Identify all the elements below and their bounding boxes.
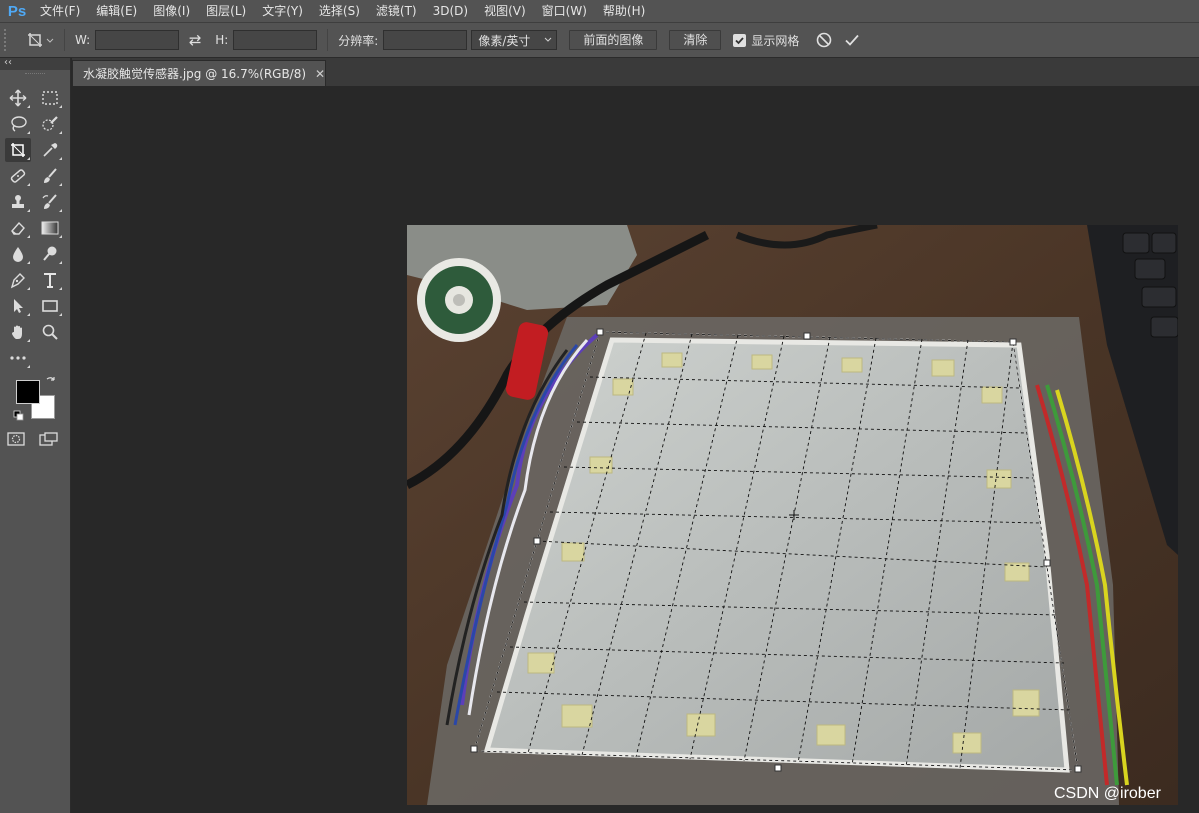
resolution-unit-value: 像素/英寸	[478, 33, 531, 48]
swap-colors-icon[interactable]	[45, 375, 57, 387]
tool-preset-picker[interactable]	[18, 27, 54, 53]
height-field[interactable]	[233, 30, 318, 50]
dodge-tool-icon[interactable]	[37, 242, 63, 266]
marquee-tool-icon[interactable]	[37, 86, 63, 110]
menu-window[interactable]: 窗口(W)	[534, 0, 595, 22]
resolution-unit-select[interactable]: 像素/英寸	[471, 30, 558, 50]
document-tab-title: 水凝胶触觉传感器.jpg @ 16.7%(RGB/8)	[83, 67, 307, 81]
options-separator	[327, 29, 329, 51]
gradient-tool-icon[interactable]	[37, 216, 63, 240]
tools-panel-header[interactable]: ‹‹	[0, 57, 70, 70]
tools-panel-grip[interactable]	[25, 73, 45, 75]
pen-tool-icon[interactable]	[5, 268, 31, 292]
menu-view[interactable]: 视图(V)	[476, 0, 534, 22]
menu-3d[interactable]: 3D(D)	[425, 0, 476, 22]
resolution-label: 分辨率:	[338, 33, 379, 48]
eraser-tool-icon[interactable]	[5, 216, 31, 240]
collapse-icon[interactable]: ‹‹	[4, 57, 12, 68]
options-separator	[64, 29, 65, 51]
blur-tool-icon[interactable]	[5, 242, 31, 266]
menu-file[interactable]: 文件(F)	[32, 0, 88, 22]
menu-select[interactable]: 选择(S)	[311, 0, 368, 22]
lasso-tool-icon[interactable]	[5, 112, 31, 136]
path-selection-tool-icon[interactable]	[5, 294, 31, 318]
zoom-tool-icon[interactable]	[37, 320, 63, 344]
menu-type[interactable]: 文字(Y)	[254, 0, 311, 22]
healing-brush-tool-icon[interactable]	[5, 164, 31, 188]
menu-bar: Ps 文件(F) 编辑(E) 图像(I) 图层(L) 文字(Y) 选择(S) 滤…	[0, 0, 1199, 22]
foreground-color-swatch[interactable]	[16, 380, 40, 404]
front-image-button[interactable]: 前面的图像	[569, 30, 658, 50]
checkmark-icon	[735, 36, 745, 44]
menu-edit[interactable]: 编辑(E)	[88, 0, 145, 22]
menu-image[interactable]: 图像(I)	[145, 0, 198, 22]
menu-help[interactable]: 帮助(H)	[595, 0, 653, 22]
menu-filter[interactable]: 滤镜(T)	[368, 0, 425, 22]
commit-icon[interactable]	[840, 28, 864, 52]
perspective-crop-tool-icon[interactable]	[5, 138, 31, 162]
canvas-image[interactable]	[407, 225, 1178, 805]
default-colors-icon[interactable]	[13, 410, 25, 422]
width-field[interactable]	[95, 30, 180, 50]
quick-selection-tool-icon[interactable]	[37, 112, 63, 136]
document-tab-bar: 水凝胶触觉传感器.jpg @ 16.7%(RGB/8) ✕	[72, 58, 1199, 86]
tools-panel: ‹‹	[0, 57, 71, 813]
options-grip[interactable]	[4, 29, 10, 51]
clear-button[interactable]: 清除	[669, 30, 722, 50]
chevron-down-icon	[46, 38, 54, 43]
swap-dimensions-icon[interactable]: ⇄	[183, 30, 207, 50]
history-brush-tool-icon[interactable]	[37, 190, 63, 214]
screen-mode-icon[interactable]	[39, 432, 59, 448]
rectangle-tool-icon[interactable]	[37, 294, 63, 318]
width-label: W:	[75, 33, 91, 47]
document-tab[interactable]: 水凝胶触觉传感器.jpg @ 16.7%(RGB/8) ✕	[72, 60, 326, 86]
close-icon[interactable]: ✕	[315, 67, 325, 81]
brush-tool-icon[interactable]	[37, 164, 63, 188]
type-tool-icon[interactable]	[37, 268, 63, 292]
show-grid-checkbox[interactable]	[733, 33, 747, 47]
menu-layer[interactable]: 图层(L)	[198, 0, 254, 22]
show-grid-label: 显示网格	[751, 33, 800, 48]
clone-stamp-tool-icon[interactable]	[5, 190, 31, 214]
chevron-down-icon	[544, 37, 552, 42]
move-tool-icon[interactable]	[5, 86, 31, 110]
resolution-field[interactable]	[383, 30, 468, 50]
watermark-text: CSDN @irober	[1054, 785, 1161, 802]
hand-tool-icon[interactable]	[5, 320, 31, 344]
perspective-crop-icon	[28, 33, 42, 47]
options-bar: W: ⇄ H: 分辨率: 像素/英寸 前面的图像 清除 显示网格	[0, 22, 1199, 58]
hydrogel-sensor-photo	[407, 225, 1178, 805]
quick-mask-icon[interactable]	[7, 432, 27, 448]
cancel-icon[interactable]	[812, 28, 836, 52]
height-label: H:	[215, 33, 229, 47]
photoshop-logo: Ps	[7, 2, 27, 20]
eyedropper-tool-icon[interactable]	[37, 138, 63, 162]
more-tools-icon[interactable]	[5, 346, 31, 370]
